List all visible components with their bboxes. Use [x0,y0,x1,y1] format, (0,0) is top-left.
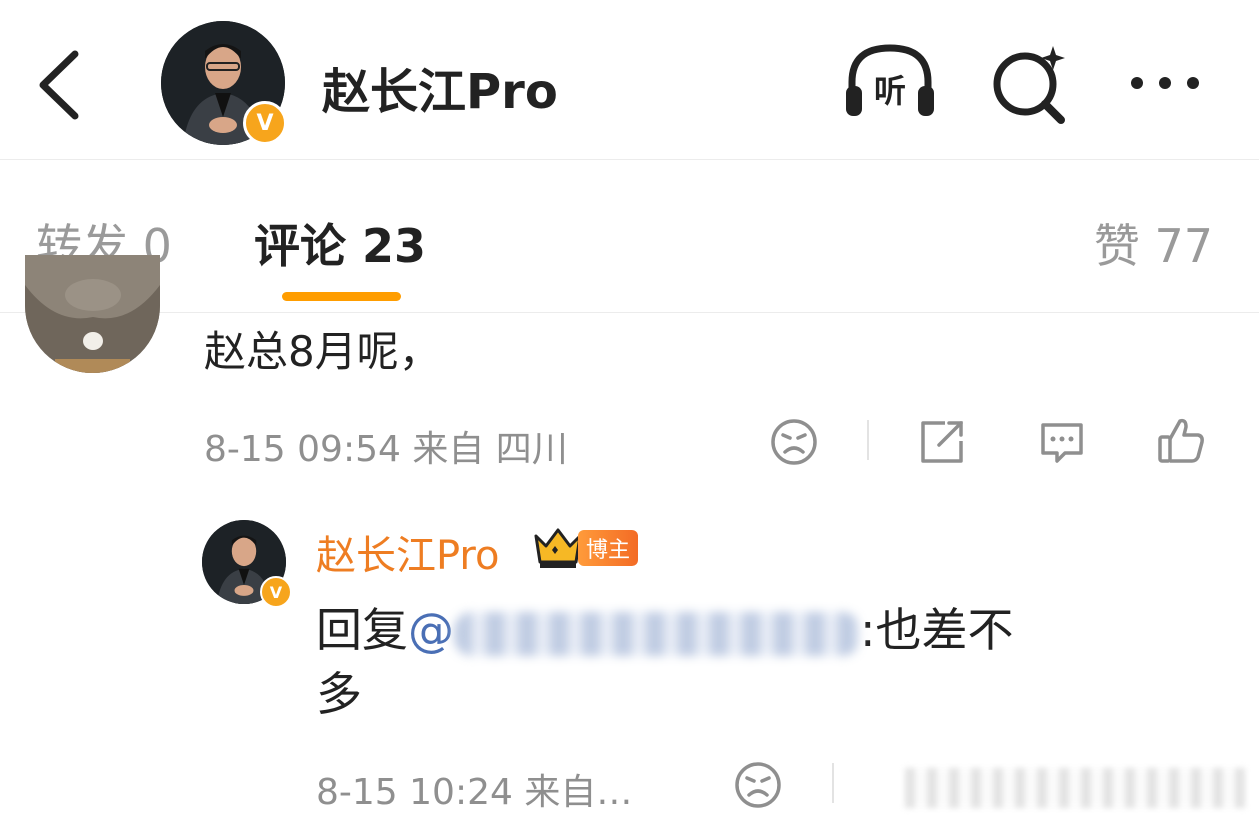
back-button[interactable] [28,45,88,125]
search-button[interactable] [985,38,1075,128]
reply-button[interactable] [1034,414,1090,470]
top-bar: V 赵长江Pro 听 [0,0,1259,160]
action-divider [867,420,869,460]
search-sparkle-icon [993,46,1065,124]
page-title[interactable]: 赵长江Pro [322,52,558,122]
active-tab-indicator [282,292,401,301]
share-button[interactable] [914,414,970,470]
reply-dislike-button[interactable] [730,757,786,813]
tab-likes[interactable]: 赞 77 [1094,210,1213,276]
sad-face-icon [735,762,781,808]
commenter-avatar[interactable] [25,255,160,373]
reply-prefix: 回复 [316,603,408,657]
dislike-button[interactable] [766,414,822,470]
reply-author-name[interactable]: 赵长江Pro [316,523,499,581]
headphones-icon: 听 [846,44,934,116]
chevron-left-icon [39,50,79,120]
crown-icon [534,528,582,568]
more-dots-icon [1131,77,1199,89]
comment-text: 赵总8月呢， [204,327,441,376]
more-button[interactable] [1120,58,1210,108]
reply-meta: 8-15 10:24 来自… [316,772,633,813]
comment-meta: 8-15 09:54 来自 四川 [204,429,568,470]
tab-bar: 转发 0 评论 23 赞 77 [0,160,1259,313]
reply-author-avatar[interactable]: V [202,520,292,608]
sad-face-icon [771,419,817,465]
mention-link[interactable]: @ [408,603,454,657]
blurred-username [454,611,860,656]
verified-badge: V [260,576,292,608]
share-icon [921,421,963,463]
author-avatar[interactable]: V [161,21,287,145]
listen-button[interactable]: 听 [840,40,940,120]
verified-badge: V [243,101,287,145]
thumbs-up-icon [1158,418,1204,463]
tab-comments[interactable]: 评论 23 [254,210,426,276]
blurred-action-icons [905,768,1245,808]
cat-avatar-image [25,255,160,373]
reply-suffix: :也差不 [860,603,1014,657]
comment-icon [1041,423,1083,463]
blogger-badge: 博主 [578,530,639,566]
action-divider [832,763,834,803]
reply-text: 回复@ :也差不 [316,594,1014,660]
reply-text-continued: 多 [316,667,362,721]
like-button[interactable] [1153,412,1209,468]
listen-icon-label: 听 [874,72,906,110]
